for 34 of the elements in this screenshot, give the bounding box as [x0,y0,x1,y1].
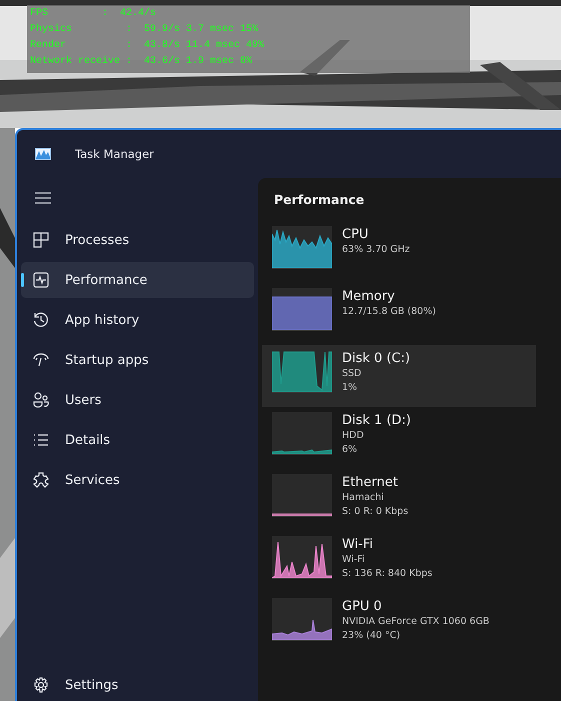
puzzle-icon [33,472,49,488]
nav-item[interactable]: Details [21,422,254,458]
device-item[interactable]: Disk 0 (C:) SSD 1% [262,345,536,407]
window-title: Task Manager [75,147,154,161]
users-icon [33,392,49,408]
device-item[interactable]: CPU 63% 3.70 GHz [262,221,536,283]
settings-item[interactable]: Settings [21,667,254,701]
page-title: Performance [273,192,366,209]
nav-item[interactable]: Services [21,462,254,498]
settings-icon [33,677,49,693]
nav-item[interactable]: Users [21,382,254,418]
usage-graph [272,536,332,579]
usage-graph [272,412,332,455]
clock-icon [33,312,49,328]
device-item[interactable]: Wi-Fi Wi-Fi S: 136 R: 840 Kbps [262,531,536,593]
usage-graph [272,226,332,269]
device-item[interactable]: Ethernet Hamachi S: 0 R: 0 Kbps [262,469,536,531]
nav-item[interactable]: Startup apps [21,342,254,378]
usage-graph [272,350,332,393]
nav-item[interactable]: Performance [21,262,254,298]
gauge-icon [33,352,49,368]
chart-icon [35,148,51,160]
pulse-icon [33,272,49,288]
device-item[interactable]: Memory 12.7/15.8 GB (80%) [262,283,536,345]
usage-graph [272,288,332,331]
usage-graph [272,474,332,517]
device-item[interactable]: Disk 1 (D:) HDD 6% [262,407,536,469]
device-item[interactable]: GPU 0 NVIDIA GeForce GTX 1060 6GB 23% (40 °C) [262,593,536,655]
nav-item[interactable]: App history [21,302,254,338]
list-icon [33,432,49,448]
menu-icon[interactable] [35,192,51,204]
usage-graph [272,598,332,641]
grid-icon [33,232,49,248]
nav-item[interactable]: Processes [21,222,254,258]
